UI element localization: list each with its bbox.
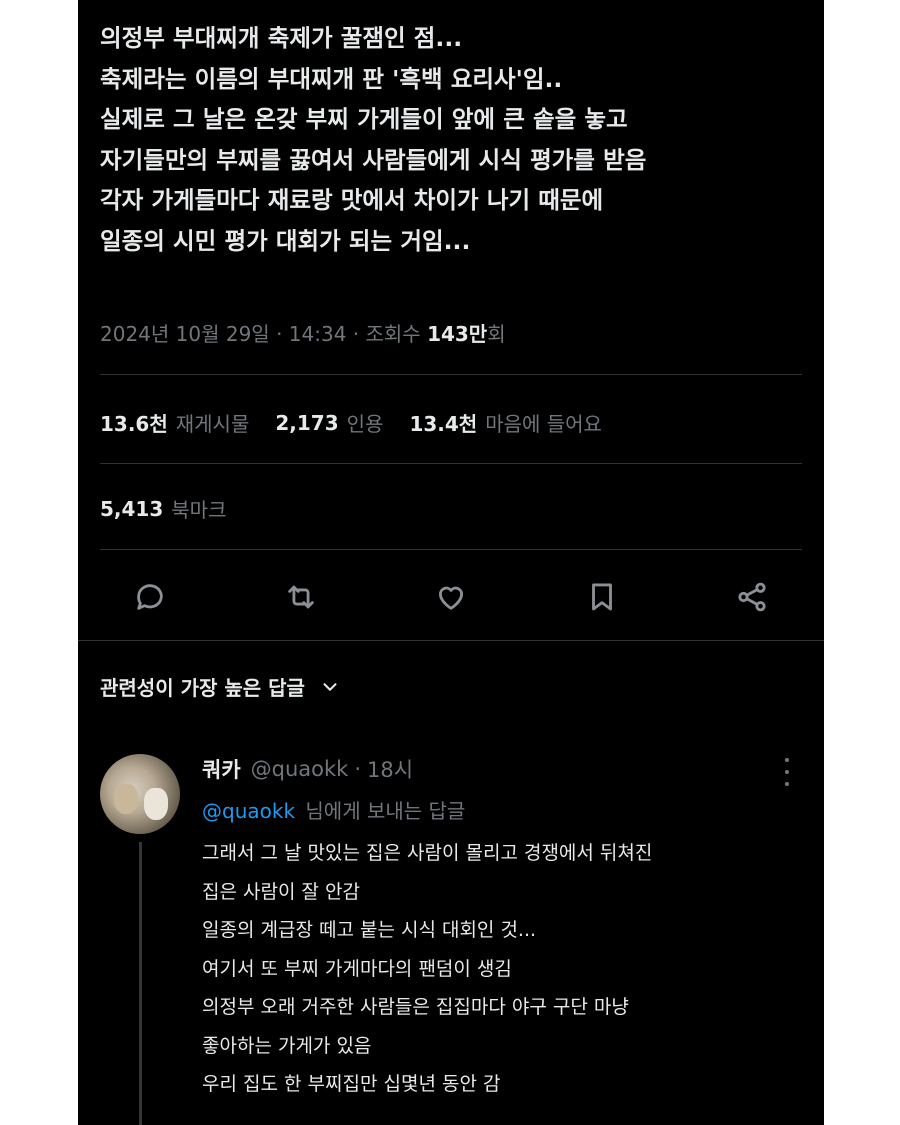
replies-sort-dropdown[interactable]: 관련성이 가장 높은 답글 <box>100 672 341 701</box>
bookmarks-stat[interactable]: 5,413 북마크 <box>100 494 226 523</box>
more-options-icon[interactable] <box>780 758 794 786</box>
likes-count: 13.4천 <box>409 412 478 436</box>
tweet-timestamp[interactable]: 2024년 10월 29일 · 14:34 · <box>100 322 366 346</box>
reply-text: 그래서 그 날 맛있는 집은 사람이 몰리고 경쟁에서 뒤쳐진 집은 사람이 잘… <box>202 834 652 1104</box>
tweet-actions <box>128 572 774 622</box>
retweets-count: 13.6천 <box>100 412 168 436</box>
reply-time[interactable]: 18시 <box>367 754 413 784</box>
bookmark-stats: 5,413 북마크 <box>100 494 252 523</box>
reply-icon <box>137 584 163 610</box>
bookmark-icon <box>591 583 612 611</box>
tweet-text-line: 자기들만의 부찌를 끓여서 사람들에게 시식 평가를 받음 <box>100 145 647 174</box>
likes-stat[interactable]: 13.4천 마음에 들어요 <box>409 408 602 437</box>
share-icon <box>738 582 766 612</box>
thread-line <box>139 842 142 1125</box>
divider <box>100 463 802 464</box>
reply-text-line: 좋아하는 가게가 있음 <box>202 1034 372 1057</box>
reply-text-line: 그래서 그 날 맛있는 집은 사람이 몰리고 경쟁에서 뒤쳐진 <box>202 842 653 864</box>
divider <box>100 374 802 375</box>
bookmarks-label: 북마크 <box>171 498 227 522</box>
replies-sort-label: 관련성이 가장 높은 답글 <box>100 676 305 700</box>
retweet-icon <box>287 585 314 609</box>
reply-author-handle[interactable]: @quaokk <box>251 757 349 781</box>
tweet-text-line: 각자 가게들마다 재료랑 맛에서 차이가 나기 때문에 <box>100 186 604 214</box>
views-count: 143만 <box>427 322 488 346</box>
quotes-stat[interactable]: 2,173 인용 <box>275 408 383 437</box>
retweets-label: 재게시물 <box>175 412 250 436</box>
divider <box>78 640 824 641</box>
reply-header: 쿼카 @quaokk · 18시 <box>202 754 413 784</box>
quotes-count: 2,173 <box>275 410 339 435</box>
heart-icon <box>438 586 464 610</box>
tweet-text-line: 축제라는 이름의 부대찌개 판 '흑백 요리사'임.. <box>100 64 563 93</box>
retweet-button[interactable] <box>279 575 323 619</box>
tweet-text-line: 의정부 부대찌개 축제가 꿀잼인 점... <box>100 24 463 52</box>
reply-author-name[interactable]: 쿼카 <box>202 754 241 784</box>
reply-text-line: 일종의 계급장 떼고 붙는 시식 대회인 것... <box>202 919 537 941</box>
tweet-text-line: 실제로 그 날은 온갖 부찌 가게들이 앞에 큰 솥을 놓고 <box>100 105 628 133</box>
tweet-text-line: 일종의 시민 평가 대회가 되는 거임... <box>100 226 471 255</box>
tweet-meta: 2024년 10월 29일 · 14:34 · 조회수 143만회 <box>100 318 506 347</box>
tweet-detail-screen: 의정부 부대찌개 축제가 꿀잼인 점... 축제라는 이름의 부대찌개 판 '흑… <box>78 0 824 1125</box>
reply-text-line: 여기서 또 부찌 가게마다의 팬덤이 생김 <box>202 957 512 980</box>
replying-mention-link[interactable]: @quaokk <box>202 799 295 823</box>
likes-label: 마음에 들어요 <box>485 412 602 436</box>
divider <box>100 549 802 550</box>
reply-button[interactable] <box>128 575 172 619</box>
reply-text-line: 의정부 오래 거주한 사람들은 집집마다 야구 구단 마냥 <box>202 996 629 1018</box>
bookmarks-count: 5,413 <box>100 496 164 521</box>
bookmark-button[interactable] <box>580 575 624 619</box>
replying-text: 님에게 보내는 답글 <box>305 799 466 823</box>
engagement-stats: 13.6천 재게시물 2,173 인용 13.4천 마음에 들어요 <box>100 408 628 437</box>
reply-text-line: 집은 사람이 잘 안감 <box>202 880 360 903</box>
reply-text-line: 우리 집도 한 부찌집만 십몇년 동안 감 <box>202 1073 501 1095</box>
retweets-stat[interactable]: 13.6천 재게시물 <box>100 408 249 437</box>
share-button[interactable] <box>730 575 774 619</box>
reply-item[interactable]: 쿼카 @quaokk · 18시 @quaokk 님에게 보내는 답글 그래서 … <box>78 740 824 1125</box>
chevron-down-icon <box>323 682 337 691</box>
tweet-text: 의정부 부대찌개 축제가 꿀잼인 점... 축제라는 이름의 부대찌개 판 '흑… <box>100 18 800 261</box>
views-label: 조회수 <box>365 322 421 346</box>
like-button[interactable] <box>429 575 473 619</box>
avatar[interactable] <box>100 754 180 834</box>
quotes-label: 인용 <box>346 412 384 436</box>
separator-dot: · <box>354 757 362 781</box>
views-suffix: 회 <box>487 322 506 346</box>
replying-to: @quaokk 님에게 보내는 답글 <box>202 795 465 824</box>
